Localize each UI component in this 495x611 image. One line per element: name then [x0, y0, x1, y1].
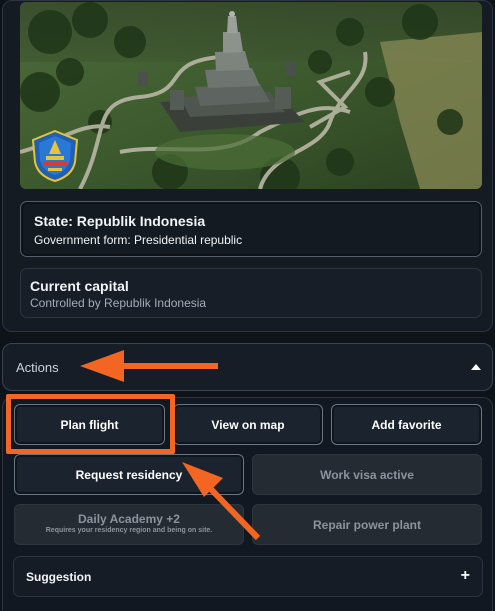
actions-label: Actions [16, 360, 59, 375]
capital-info-panel: Current capital Controlled by Republik I… [20, 268, 482, 318]
suggestion-label: Suggestion [26, 570, 92, 584]
regional-crest-icon [31, 130, 79, 182]
repair-power-plant-button: Repair power plant [252, 504, 482, 545]
view-on-map-button[interactable]: View on map [173, 404, 323, 445]
caret-up-icon[interactable] [471, 364, 481, 370]
temple-aerial-photo [20, 2, 482, 189]
capital-controlled-by: Controlled by Republik Indonesia [30, 296, 207, 310]
daily-academy-note: Requires your residency region and being… [45, 527, 213, 534]
capital-title: Current capital [30, 278, 129, 294]
add-favorite-button[interactable]: Add favorite [331, 404, 482, 445]
daily-academy-label: Daily Academy +2 [78, 512, 180, 526]
state-info-panel: State: Republik Indonesia Government for… [20, 201, 482, 257]
suggestion-accordion[interactable]: Suggestion + [13, 556, 483, 597]
plus-icon[interactable]: + [461, 567, 470, 585]
plan-flight-button[interactable]: Plan flight [14, 404, 165, 445]
region-card: State: Republik Indonesia Government for… [2, 0, 493, 332]
state-title: State: Republik Indonesia [34, 213, 206, 229]
work-visa-status: Work visa active [252, 454, 482, 495]
request-residency-button[interactable]: Request residency [14, 454, 244, 495]
daily-academy-button: Daily Academy +2 Requires your residency… [14, 504, 244, 545]
region-hero-image [20, 2, 482, 189]
actions-accordion-header[interactable]: Actions [2, 343, 493, 391]
government-form: Government form: Presidential republic [34, 233, 243, 247]
